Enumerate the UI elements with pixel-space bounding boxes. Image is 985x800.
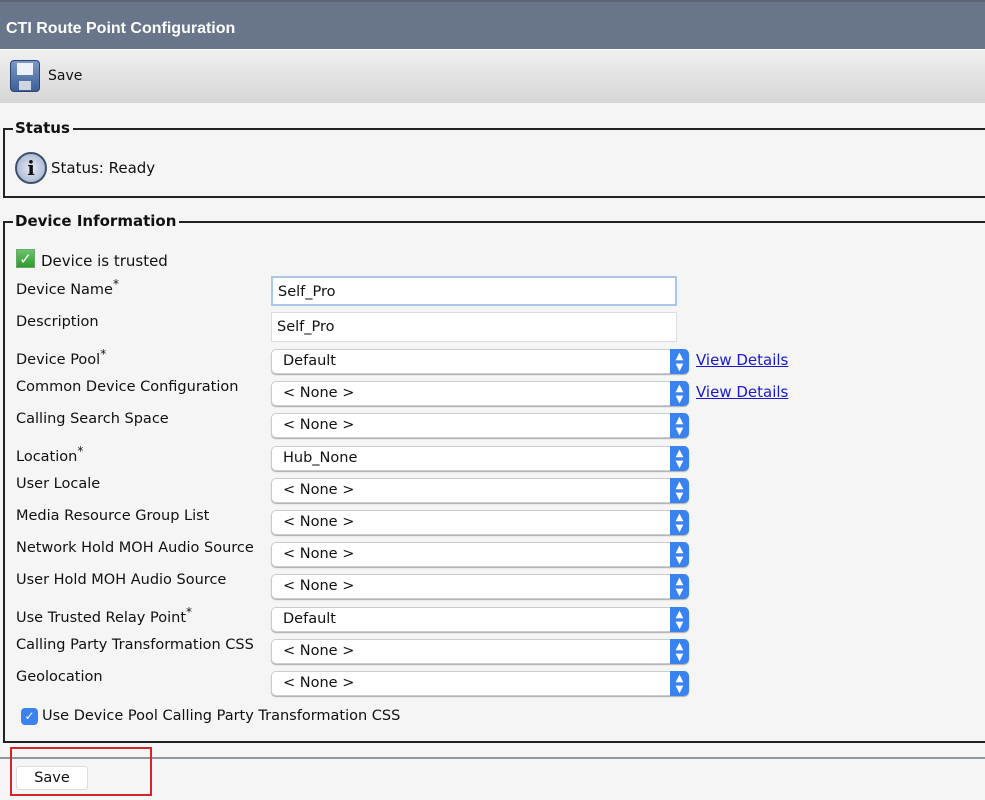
calling-party-transformation-css-select[interactable]: < None > ▲ ▼ <box>271 639 689 664</box>
device-pool-select[interactable]: Default ▲ ▼ <box>271 349 689 374</box>
chevron-updown-icon: ▲ ▼ <box>670 349 689 374</box>
network-hold-moh-audio-source-select[interactable]: < None > ▲ ▼ <box>271 542 689 567</box>
use-trusted-relay-point-label: Use Trusted Relay Point* <box>16 605 192 626</box>
network-hold-moh-audio-source-label: Network Hold MOH Audio Source <box>16 540 254 556</box>
selected-value: < None > <box>283 417 355 433</box>
device-name-input[interactable]: Self_Pro <box>271 276 677 306</box>
location-select[interactable]: Hub_None ▲ ▼ <box>271 446 689 471</box>
save-label: Save <box>48 68 83 84</box>
title-bar: CTI Route Point Configuration <box>0 0 985 49</box>
user-hold-moh-audio-source-label: User Hold MOH Audio Source <box>16 572 227 588</box>
status-text: Status: Ready <box>51 159 156 177</box>
selected-value: < None > <box>283 482 355 498</box>
selected-value: < None > <box>283 546 355 562</box>
chevron-updown-icon: ▲ ▼ <box>670 510 689 535</box>
common-device-configuration-select[interactable]: < None > ▲ ▼ <box>271 381 689 406</box>
device-pool-view-details-link[interactable]: View Details <box>696 351 788 369</box>
chevron-updown-icon: ▲ ▼ <box>670 607 689 632</box>
selected-value: Default <box>283 611 336 627</box>
status-legend: Status <box>13 119 73 137</box>
description-label: Description <box>16 314 99 330</box>
checkmark-icon: ✓ <box>16 248 35 268</box>
use-pool-css-checkbox[interactable]: ✓ <box>21 708 38 725</box>
selected-value: Default <box>283 353 336 369</box>
user-locale-label: User Locale <box>16 476 101 492</box>
selected-value: < None > <box>283 578 355 594</box>
info-icon: i <box>15 152 47 184</box>
status-section: Status i Status: Ready <box>3 119 985 198</box>
chevron-updown-icon: ▲ ▼ <box>670 639 689 664</box>
description-input[interactable]: Self_Pro <box>271 312 677 342</box>
save-icon <box>10 60 40 92</box>
calling-search-space-label: Calling Search Space <box>16 411 169 427</box>
toolbar-save-button[interactable]: Save <box>10 60 82 92</box>
device-pool-label: Device Pool* <box>16 347 107 368</box>
use-pool-css-label: Use Device Pool Calling Party Transforma… <box>42 708 401 724</box>
page-title: CTI Route Point Configuration <box>6 20 236 37</box>
chevron-updown-icon: ▲ ▼ <box>670 446 689 471</box>
device-name-label: Device Name* <box>16 277 119 298</box>
geolocation-select[interactable]: < None > ▲ ▼ <box>271 671 689 696</box>
selected-value: Hub_None <box>283 450 358 466</box>
chevron-updown-icon: ▲ ▼ <box>670 478 689 503</box>
chevron-updown-icon: ▲ ▼ <box>670 542 689 567</box>
common-device-configuration-label: Common Device Configuration <box>16 379 239 395</box>
chevron-updown-icon: ▲ ▼ <box>670 671 689 696</box>
calling-party-transformation-css-label: Calling Party Transformation CSS <box>16 637 254 653</box>
selected-value: < None > <box>283 675 355 691</box>
device-trusted: ✓ Device is trusted <box>16 246 168 270</box>
toolbar: Save <box>0 49 985 103</box>
user-locale-select[interactable]: < None > ▲ ▼ <box>271 478 689 503</box>
media-resource-group-list-select[interactable]: < None > ▲ ▼ <box>271 510 689 535</box>
trusted-label: Device is trusted <box>41 252 168 270</box>
location-label: Location* <box>16 444 84 465</box>
media-resource-group-list-label: Media Resource Group List <box>16 508 210 524</box>
user-hold-moh-audio-source-select[interactable]: < None > ▲ ▼ <box>271 574 689 599</box>
device-info-legend: Device Information <box>13 212 180 230</box>
chevron-updown-icon: ▲ ▼ <box>670 381 689 406</box>
calling-search-space-select[interactable]: < None > ▲ ▼ <box>271 413 689 438</box>
chevron-updown-icon: ▲ ▼ <box>670 413 689 438</box>
selected-value: < None > <box>283 385 355 401</box>
selected-value: < None > <box>283 514 355 530</box>
selected-value: < None > <box>283 643 355 659</box>
bottom-save-button[interactable]: Save <box>16 766 88 790</box>
common-device-configuration-view-details-link[interactable]: View Details <box>696 383 788 401</box>
chevron-updown-icon: ▲ ▼ <box>670 574 689 599</box>
use-trusted-relay-point-select[interactable]: Default ▲ ▼ <box>271 607 689 632</box>
geolocation-label: Geolocation <box>16 669 103 685</box>
